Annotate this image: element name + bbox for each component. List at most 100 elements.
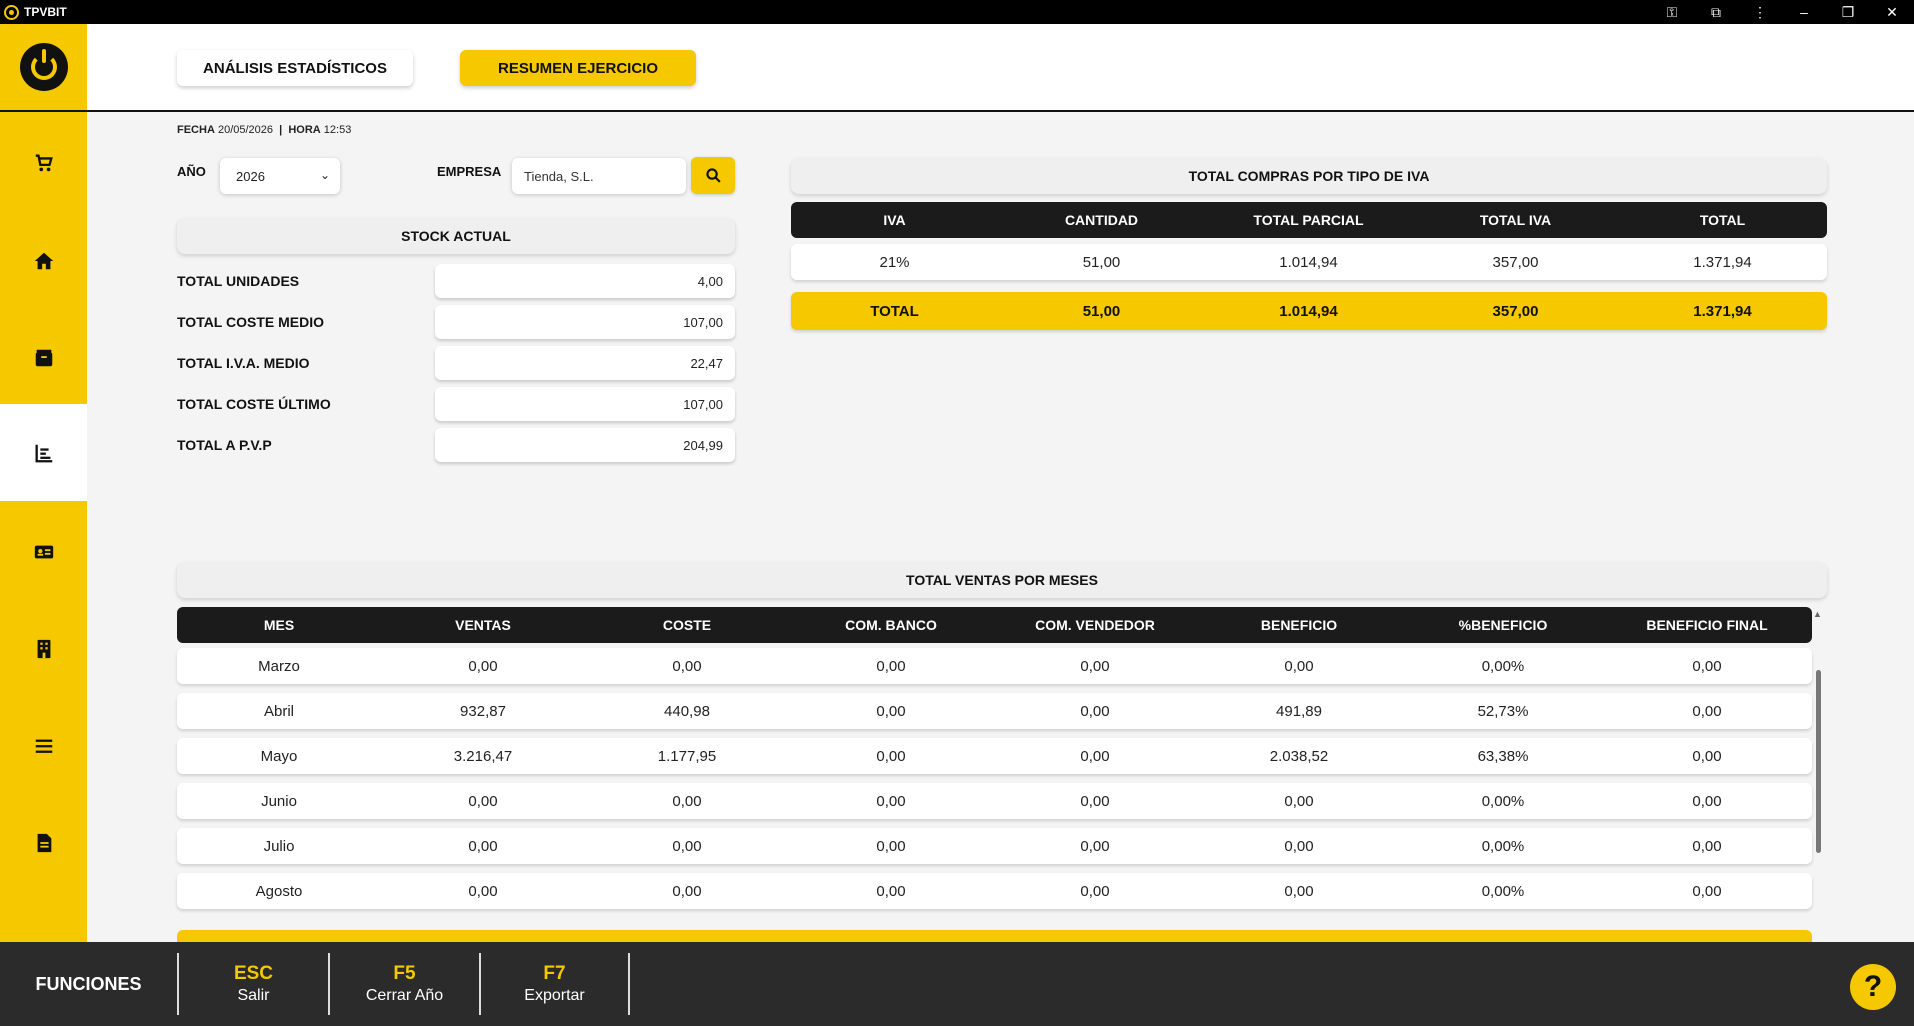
stock-title: STOCK ACTUAL: [177, 218, 735, 254]
stock-value: 107,00: [435, 387, 735, 421]
help-icon: ?: [1863, 970, 1883, 1003]
sidebar-item-box[interactable]: [0, 309, 87, 406]
fkey-label: Exportar: [524, 987, 585, 1004]
column-header: COM. VENDEDOR: [1035, 617, 1155, 633]
date-line: FECHA 20/05/2026 | HORA 12:53: [177, 124, 351, 136]
sidebar-item-cart[interactable]: [0, 114, 87, 211]
stock-value: 4,00: [435, 264, 735, 298]
search-button[interactable]: [691, 157, 735, 194]
table-cell: 0,00: [468, 837, 498, 855]
esc-salir-button[interactable]: ESC Salir: [177, 953, 328, 1015]
column-header: %BENEFICIO: [1458, 617, 1548, 633]
stock-label: TOTAL COSTE ÚLTIMO: [177, 396, 331, 412]
sidebar-item-menu[interactable]: [0, 697, 87, 794]
menu-icon: [35, 739, 52, 753]
table-cell: 0,00%: [1481, 837, 1525, 855]
more-icon[interactable]: ⋮: [1738, 4, 1782, 21]
table-cell: 0,00: [1692, 702, 1722, 720]
empresa-field[interactable]: Tienda, S.L.: [512, 158, 686, 194]
cart-icon: [35, 154, 53, 171]
sidebar-item-document[interactable]: [0, 794, 87, 891]
table-cell: 491,89: [1276, 702, 1322, 720]
function-bar: FUNCIONES ESC Salir F5 Cerrar Año F7 Exp…: [0, 942, 1914, 1026]
table-cell: 3.216,47: [453, 747, 513, 765]
table-cell: Agosto: [255, 882, 303, 900]
sidebar-item-building[interactable]: [0, 600, 87, 697]
table-row[interactable]: Julio 0,00 0,00 0,00 0,00 0,00 0,00% 0,00: [177, 828, 1812, 864]
column-header: COM. BANCO: [845, 617, 937, 633]
help-button[interactable]: ?: [1850, 964, 1896, 1010]
title-bar: TPVBIT ⚿ ⧉ ⋮ – ❐ ✕: [0, 0, 1914, 24]
column-header: BENEFICIO FINAL: [1646, 617, 1768, 633]
table-row[interactable]: Agosto 0,00 0,00 0,00 0,00 0,00 0,00% 0,00: [177, 873, 1812, 909]
minimize-button[interactable]: –: [1782, 4, 1826, 20]
total-cell: TOTAL: [870, 302, 919, 320]
column-header: MES: [263, 617, 295, 633]
table-cell: Junio: [261, 792, 297, 810]
box-icon: [35, 349, 52, 366]
table-cell: 0,00: [1284, 882, 1314, 900]
column-header: TOTAL PARCIAL: [1253, 212, 1364, 228]
table-cell: 0,00%: [1481, 657, 1525, 675]
table-cell: 0,00: [1284, 837, 1314, 855]
f5-cerrar-anio-button[interactable]: F5 Cerrar Año: [328, 953, 479, 1015]
table-cell: 0,00: [876, 882, 906, 900]
table-cell: 1.177,95: [657, 747, 717, 765]
power-button[interactable]: [19, 43, 68, 91]
sidebar-item-chart[interactable]: [0, 404, 87, 501]
sidebar-item-home[interactable]: [0, 212, 87, 309]
table-row[interactable]: Abril 932,87 440,98 0,00 0,00 491,89 52,73% 0,0…: [177, 693, 1812, 729]
table-cell: 0,00: [1284, 792, 1314, 810]
key-icon[interactable]: ⚿: [1650, 4, 1694, 21]
table-cell: 2.038,52: [1269, 747, 1329, 765]
stock-value: 204,99: [435, 428, 735, 462]
power-icon: [30, 49, 57, 80]
fkey-label: Salir: [237, 987, 270, 1004]
f7-exportar-button[interactable]: F7 Exportar: [479, 953, 630, 1015]
close-button[interactable]: ✕: [1870, 4, 1914, 21]
table-cell: 0,00: [468, 792, 498, 810]
table-cell: 0,00: [876, 702, 906, 720]
extension-icon[interactable]: ⧉: [1694, 4, 1738, 21]
table-cell: 0,00: [468, 882, 498, 900]
restore-button[interactable]: ❐: [1826, 4, 1870, 21]
table-row[interactable]: Junio 0,00 0,00 0,00 0,00 0,00 0,00% 0,00: [177, 783, 1812, 819]
ventas-table-header: MES VENTAS COSTE COM. BANCO COM. VENDEDOR BEN…: [177, 607, 1812, 643]
table-cell: 0,00: [1080, 747, 1110, 765]
table-cell: 0,00: [672, 657, 702, 675]
column-header: IVA: [883, 212, 906, 228]
table-cell: 0,00: [672, 837, 702, 855]
table-row: 21% 51,00 1.014,94 357,00 1.371,94: [791, 244, 1827, 280]
compras-title: TOTAL COMPRAS POR TIPO DE IVA: [791, 158, 1827, 194]
table-cell: 440,98: [664, 702, 710, 720]
chart-icon: [35, 444, 52, 462]
scrollbar-thumb[interactable]: [1816, 670, 1821, 853]
funciones-label: FUNCIONES: [35, 973, 142, 994]
scroll-up-arrow[interactable]: ▲: [1813, 609, 1822, 619]
tab-resumen-ejercicio[interactable]: RESUMEN EJERCICIO: [460, 50, 696, 86]
empresa-value: Tienda, S.L.: [524, 168, 594, 184]
table-row[interactable]: Mayo 3.216,47 1.177,95 0,00 0,00 2.038,52 63,3…: [177, 738, 1812, 774]
fkey-key: F5: [393, 963, 416, 984]
compras-table-header: IVA CANTIDAD TOTAL PARCIAL TOTAL IVA TOTAL: [791, 202, 1827, 238]
table-cell: 0,00: [1080, 882, 1110, 900]
table-cell: 1.014,94: [1279, 253, 1338, 271]
table-cell: 0,00: [672, 882, 702, 900]
table-cell: Mayo: [260, 747, 298, 765]
tab-analisis-estadisticos[interactable]: ANÁLISIS ESTADÍSTICOS: [177, 50, 413, 86]
table-row[interactable]: Marzo 0,00 0,00 0,00 0,00 0,00 0,00% 0,00: [177, 648, 1812, 684]
total-cell: 1.014,94: [1279, 302, 1338, 320]
anio-select[interactable]: 2026 ⌄: [220, 158, 340, 194]
stock-label: TOTAL COSTE MEDIO: [177, 314, 325, 330]
table-cell: 0,00: [1692, 657, 1722, 675]
table-cell: 0,00%: [1481, 792, 1525, 810]
sidebar-item-id-card[interactable]: [0, 503, 87, 600]
table-cell: 357,00: [1492, 253, 1539, 271]
window-controls: ⚿ ⧉ ⋮ – ❐ ✕: [1650, 0, 1914, 24]
column-header: CANTIDAD: [1064, 212, 1139, 228]
app-logo-icon: [4, 4, 19, 20]
table-cell: 0,00: [1692, 792, 1722, 810]
table-cell: 0,00: [1080, 837, 1110, 855]
column-header: BENEFICIO: [1260, 617, 1338, 633]
fkey-key: F7: [543, 963, 566, 984]
